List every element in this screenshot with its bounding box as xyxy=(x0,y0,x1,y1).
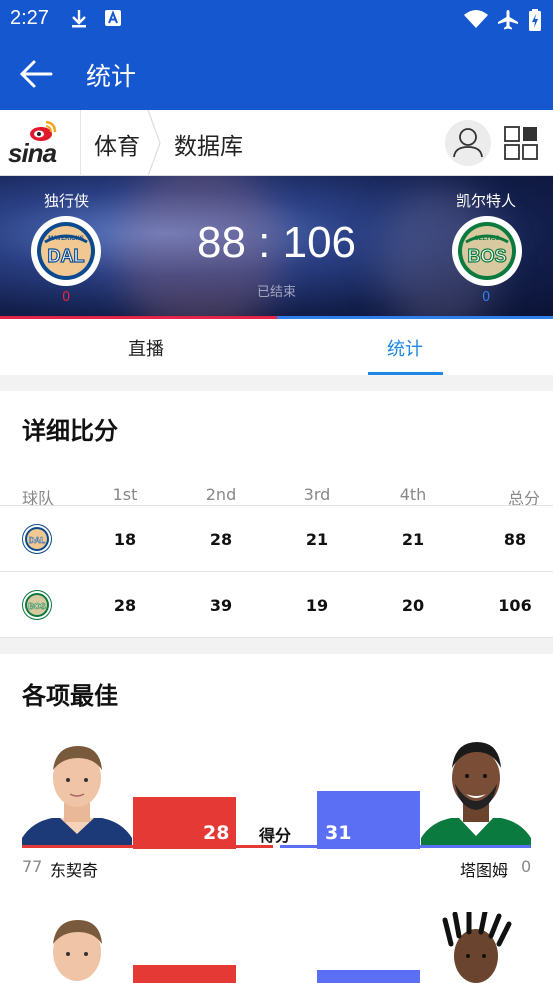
divider xyxy=(80,110,81,176)
home-stat-bar xyxy=(133,965,236,983)
breadcrumb-separator xyxy=(147,110,161,176)
app-bar: 统计 xyxy=(0,38,553,110)
dal-q2: 28 xyxy=(209,530,233,549)
home-team-name: 独行侠 xyxy=(44,192,90,210)
home-player-name[interactable]: 东契奇 xyxy=(50,857,98,881)
away-team-record: 0 xyxy=(482,290,491,305)
away-team-abbr: BOS xyxy=(467,246,506,266)
box-score-title: 详细比分 xyxy=(22,417,118,445)
tab-live[interactable]: 直播 xyxy=(128,335,164,361)
header-q3: 3rd xyxy=(303,485,331,504)
font-icon xyxy=(104,9,122,31)
away-player-photo xyxy=(421,738,531,848)
bos-mini-logo-icon: BOS xyxy=(22,590,52,620)
dal-mini-logo-icon: DAL xyxy=(22,524,52,554)
dal-total: 88 xyxy=(503,530,527,549)
bos-q2: 39 xyxy=(209,596,233,615)
away-team-logo[interactable]: CELTICS BOS xyxy=(452,216,522,286)
download-icon xyxy=(70,9,88,33)
away-leader-baseline xyxy=(280,845,531,848)
battery-icon xyxy=(528,9,542,35)
home-player-number: 77 xyxy=(22,857,43,876)
bos-q4: 20 xyxy=(401,596,425,615)
home-player-photo xyxy=(22,738,132,848)
table-divider xyxy=(0,505,553,506)
away-stat-value: 31 xyxy=(325,822,352,844)
bos-q3: 19 xyxy=(305,596,329,615)
status-bar: 2:27 xyxy=(0,0,553,38)
header-q2: 2nd xyxy=(205,485,237,504)
home-stat-value: 28 xyxy=(203,822,230,844)
tab-bar: 直播 统计 xyxy=(0,319,553,375)
wifi-icon xyxy=(463,9,489,33)
user-icon xyxy=(453,128,483,158)
stat-label-points: 得分 xyxy=(259,826,292,845)
sina-logo[interactable]: sina xyxy=(8,120,74,168)
away-player-photo xyxy=(421,912,531,983)
user-button[interactable] xyxy=(445,120,491,166)
tab-indicator xyxy=(368,372,443,375)
sina-wordmark: sina xyxy=(8,138,57,168)
dal-q1: 18 xyxy=(113,530,137,549)
svg-text:DAL: DAL xyxy=(29,536,46,545)
away-player-name[interactable]: 塔图姆 xyxy=(460,857,508,881)
away-stat-bar xyxy=(317,970,420,983)
tab-stats[interactable]: 统计 xyxy=(387,335,423,361)
airplane-icon xyxy=(497,9,519,35)
dal-q4: 21 xyxy=(401,530,425,549)
away-team-sub: CELTICS xyxy=(474,236,499,242)
back-arrow-icon[interactable] xyxy=(18,58,54,90)
leaders-title: 各项最佳 xyxy=(22,682,118,710)
header-q4: 4th xyxy=(399,485,427,504)
bos-q1: 28 xyxy=(113,596,137,615)
leaders-card: 各项最佳 28 得分 31 77 东契奇 塔图姆 0 xyxy=(0,654,553,983)
breadcrumb-database[interactable]: 数据库 xyxy=(174,127,243,161)
status-time: 2:27 xyxy=(10,7,49,29)
breadcrumb-sports[interactable]: 体育 xyxy=(94,127,140,161)
header-q1: 1st xyxy=(112,485,138,504)
away-player-number: 0 xyxy=(521,857,532,876)
table-divider xyxy=(0,637,553,638)
svg-text:BOS: BOS xyxy=(28,602,46,611)
grid-icon[interactable] xyxy=(504,126,538,160)
scoreboard: 独行侠 MAVERICKS DAL 0 88 : 106 已结束 凯尔特人 CE… xyxy=(0,176,553,319)
box-score-card: 详细比分 球队 1st 2nd 3rd 4th 总分 DAL 18 28 21 … xyxy=(0,391,553,638)
home-leader-baseline xyxy=(22,845,273,848)
home-player-photo xyxy=(22,912,132,983)
table-divider xyxy=(0,571,553,572)
celtics-logo-icon: CELTICS BOS xyxy=(454,218,520,284)
away-team-name: 凯尔特人 xyxy=(456,192,517,210)
dal-q3: 21 xyxy=(305,530,329,549)
page-title: 统计 xyxy=(86,62,137,91)
sub-navigation: sina 体育 数据库 xyxy=(0,110,553,176)
bos-total: 106 xyxy=(498,596,532,615)
